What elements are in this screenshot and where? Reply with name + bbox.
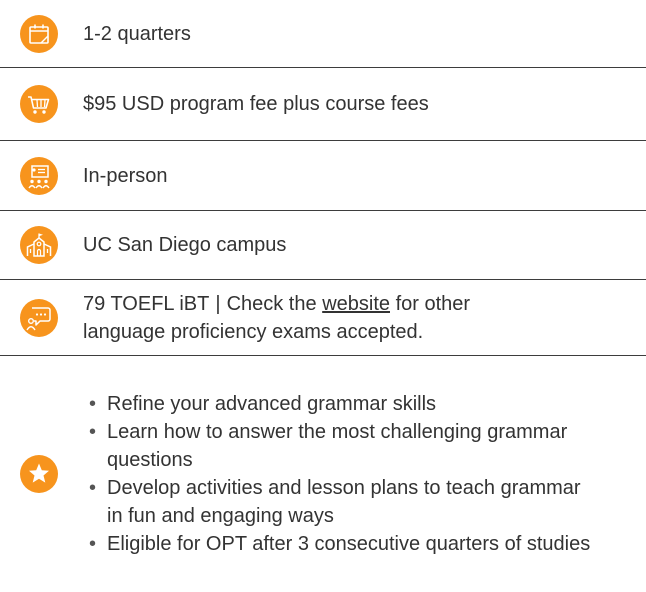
shopping-cart-icon [20, 85, 58, 123]
campus-building-icon [20, 226, 58, 264]
website-link[interactable]: website [322, 293, 390, 315]
requirements-text: 79 TOEFL iBT | Check the website for other… [83, 290, 523, 346]
format-text: In-person [83, 164, 168, 187]
requirements-row: 79 TOEFL iBT | Check the website for other… [0, 280, 646, 356]
highlights-row: Refine your advanced grammar skills Lear… [0, 356, 646, 592]
list-item: Learn how to answer the most challenging… [81, 418, 601, 474]
list-item: Eligible for OPT after 3 consecutive qua… [81, 530, 601, 558]
highlights-list: Refine your advanced grammar skills Lear… [81, 390, 601, 558]
program-details-list: 1-2 quarters $95 USD program fee plus co… [0, 0, 646, 592]
toefl-score: 79 TOEFL iBT [83, 292, 210, 315]
chat-bubble-icon [20, 298, 58, 337]
check-text: Check the [226, 292, 317, 315]
list-item: Develop activities and lesson plans to t… [81, 474, 601, 530]
format-row: In-person [0, 141, 646, 211]
separator: | [215, 292, 221, 315]
location-text: UC San Diego campus [83, 234, 287, 256]
list-item: Refine your advanced grammar skills [81, 390, 601, 418]
classroom-presentation-icon [20, 156, 58, 195]
calendar-icon [20, 14, 58, 53]
star-icon [20, 455, 58, 493]
location-row: UC San Diego campus [0, 211, 646, 280]
fee-text: $95 USD program fee plus course fees [83, 93, 429, 115]
duration-row: 1-2 quarters [0, 0, 646, 68]
duration-text: 1-2 quarters [83, 22, 191, 45]
fee-row: $95 USD program fee plus course fees [0, 68, 646, 141]
